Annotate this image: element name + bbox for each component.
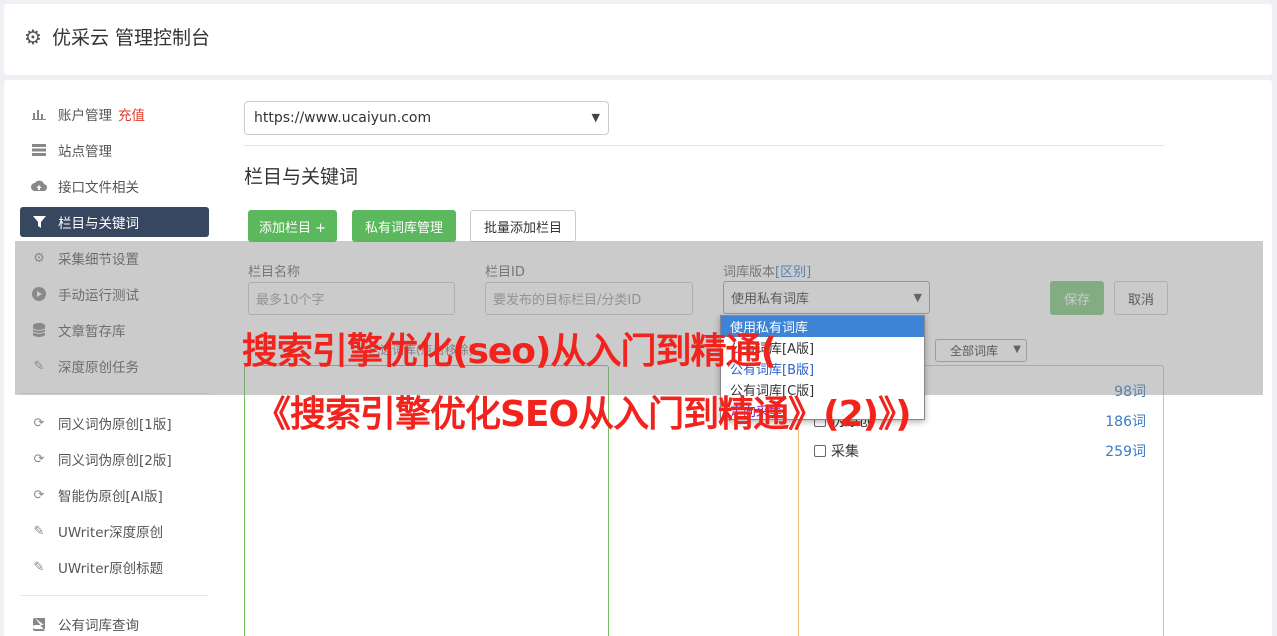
private-library-button[interactable]: 私有词库管理 (352, 210, 456, 242)
sidebar-item-uwriter-deep[interactable]: ✎ UWriter深度原创 (20, 516, 209, 546)
sidebar-item-label: 同义词伪原创[1版] (58, 417, 172, 433)
header-bar: ⚙ 优采云 管理控制台 (4, 4, 1272, 75)
refresh-icon: ⟳ (33, 415, 45, 431)
library-name: 采集 (831, 444, 859, 460)
sidebar-item-interface[interactable]: 接口文件相关 (20, 171, 209, 201)
sidebar-item-ai-original[interactable]: ⟳ 智能伪原创[AI版] (20, 480, 209, 510)
sidebar-item-label: 站点管理 (58, 144, 112, 160)
sidebar-item-account[interactable]: 账户管理 充值 (20, 99, 209, 129)
sidebar-item-sites[interactable]: 站点管理 (20, 135, 209, 165)
edit-icon: ✎ (33, 523, 45, 539)
sidebar-item-public-lib[interactable]: 公有词库查询 (20, 609, 209, 636)
sidebar-item-label: 同义词伪原创[2版] (58, 453, 172, 469)
divider (244, 145, 1164, 146)
sidebar-item-label: 接口文件相关 (58, 180, 139, 196)
sidebar-item-synonym-v1[interactable]: ⟳ 同义词伪原创[1版] (20, 408, 209, 438)
refresh-icon: ⟳ (33, 451, 45, 467)
watermark-line-2: 《搜索引擎优化SEO从入门到精通》(2)》) (255, 394, 912, 435)
sidebar-item-uwriter-title[interactable]: ✎ UWriter原创标题 (20, 552, 209, 582)
app-title: ⚙ 优采云 管理控制台 (24, 23, 210, 50)
recharge-link[interactable]: 充值 (118, 104, 145, 124)
bar-chart-icon (30, 108, 48, 120)
batch-add-button[interactable]: 批量添加栏目 (470, 210, 576, 242)
sidebar-item-label: 智能伪原创[AI版] (58, 489, 163, 505)
sidebar-item-label: 公有词库查询 (58, 618, 139, 634)
server-icon (30, 144, 48, 156)
library-row[interactable]: 采集 259词 (814, 440, 1146, 462)
site-select[interactable]: https://www.ucaiyun.com ▼ (244, 101, 609, 135)
add-column-button[interactable]: 添加栏目 + (248, 210, 337, 242)
gear-icon: ⚙ (24, 24, 42, 49)
sidebar-item-label: 账户管理 (58, 108, 112, 124)
sidebar-item-columns[interactable]: 栏目与关键词 (20, 207, 209, 237)
edit-icon: ✎ (33, 559, 45, 575)
refresh-icon: ⟳ (33, 487, 45, 503)
sidebar-item-label: UWriter深度原创 (58, 525, 164, 541)
sidebar-item-label: 栏目与关键词 (58, 216, 139, 232)
cloud-upload-icon (30, 180, 48, 192)
sidebar-item-label: UWriter原创标题 (58, 561, 164, 577)
book-icon (30, 617, 48, 631)
sidebar-divider (20, 595, 209, 596)
chevron-down-icon: ▼ (591, 111, 600, 124)
library-count: 186词 (1105, 414, 1146, 430)
library-count: 259词 (1105, 444, 1146, 460)
filter-icon (30, 215, 48, 229)
section-title: 栏目与关键词 (244, 166, 359, 188)
sidebar-item-synonym-v2[interactable]: ⟳ 同义词伪原创[2版] (20, 444, 209, 474)
watermark-line-1: 搜索引擎优化(seo)从入门到精通( (242, 331, 777, 372)
site-select-value: https://www.ucaiyun.com (254, 110, 432, 126)
app-title-text: 优采云 管理控制台 (51, 27, 210, 49)
checkbox[interactable] (814, 445, 826, 457)
